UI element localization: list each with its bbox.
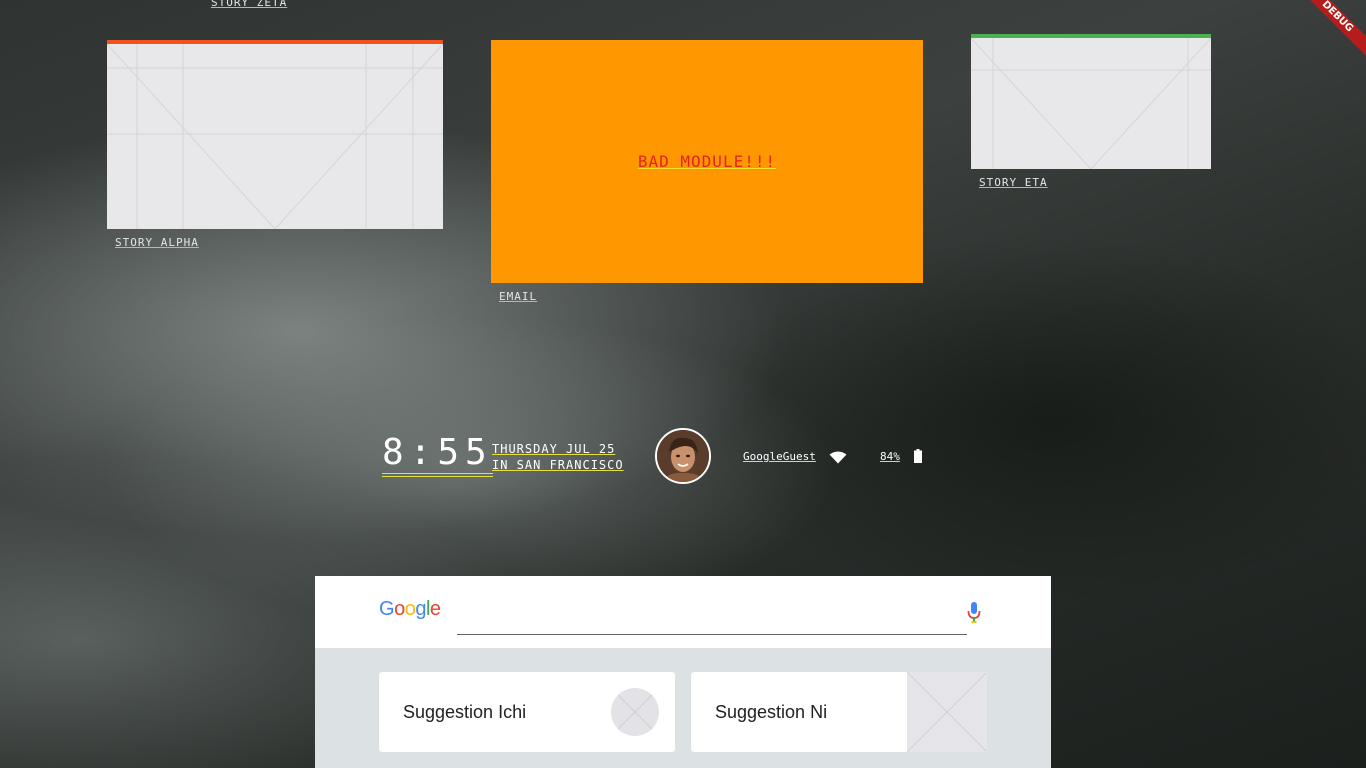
story-eta-label[interactable]: STORY ETA [979,176,1048,189]
search-input[interactable] [457,596,967,635]
avatar[interactable] [655,428,711,484]
story-alpha-label[interactable]: STORY ALPHA [115,236,199,249]
location-text: IN SAN FRANCISCO [492,458,624,472]
suggestion-image-placeholder [907,672,987,752]
battery-icon [914,449,922,463]
battery-percent: 84% [880,450,900,463]
placeholder-graphic [971,38,1211,169]
clock-time: 8:55 [382,434,493,477]
email-label[interactable]: EMAIL [499,290,537,303]
search-bar: Google [315,576,1051,648]
suggestion-image-placeholder [611,688,659,736]
date-location: THURSDAY JUL 25 IN SAN FRANCISCO [492,441,624,473]
suggestion-label: Suggestion Ichi [403,702,527,722]
story-zeta-label[interactable]: STORY ZETA [211,0,287,9]
suggestions-panel: Suggestion Ichi Suggestion Ni [315,648,1051,768]
placeholder-graphic [107,44,443,229]
story-alpha-card[interactable] [107,40,443,229]
wifi-icon[interactable] [829,451,847,464]
date-text: THURSDAY JUL 25 [492,442,616,456]
google-logo: Google [379,598,441,620]
suggestion-label: Suggestion Ni [715,702,828,722]
email-module-card[interactable]: BAD MODULE!!! [491,40,923,283]
suggestion-card-ni[interactable]: Suggestion Ni [691,672,987,752]
mic-icon[interactable] [967,602,981,624]
avatar-image [657,430,709,482]
story-eta-card[interactable] [971,34,1211,169]
suggestion-card-ichi[interactable]: Suggestion Ichi [379,672,675,752]
wifi-network-name[interactable]: GoogleGuest [743,450,816,463]
bad-module-text: BAD MODULE!!! [637,152,777,171]
debug-banner: DEBUG [1293,0,1366,61]
